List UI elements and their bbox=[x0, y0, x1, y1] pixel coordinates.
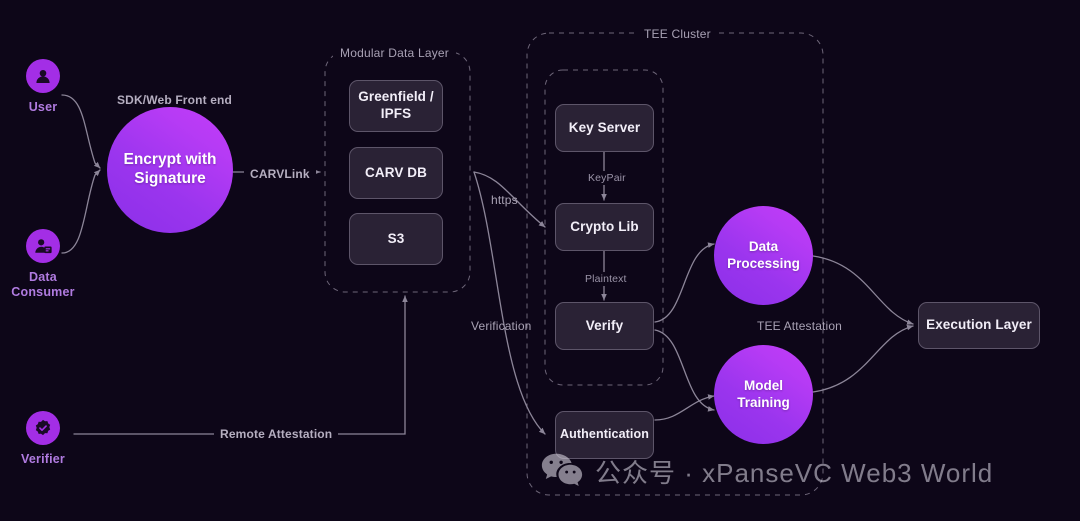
edge-verify-to-dataprocessing bbox=[654, 242, 715, 323]
actor-verifier-label: Verifier bbox=[21, 452, 65, 466]
node-key-server-label: Key Server bbox=[568, 119, 641, 135]
node-s3-label: S3 bbox=[387, 230, 405, 246]
node-crypto-lib-label: Crypto Lib bbox=[570, 218, 639, 234]
label-plaintext: Plaintext bbox=[581, 272, 631, 286]
edge-mdl-to-authentication bbox=[473, 171, 546, 435]
node-data-processing-label: Data Processing bbox=[727, 239, 800, 271]
node-model-training[interactable]: Model Training bbox=[714, 345, 813, 444]
actor-user[interactable]: User bbox=[0, 59, 98, 115]
user-icon bbox=[26, 59, 60, 93]
label-tee-attestation: TEE Attestation bbox=[757, 319, 842, 333]
node-crypto-lib[interactable]: Crypto Lib bbox=[555, 203, 654, 251]
node-carv-db-label: CARV DB bbox=[365, 164, 427, 180]
actor-user-label: User bbox=[28, 100, 58, 114]
node-greenfield-ipfs[interactable]: Greenfield / IPFS bbox=[349, 80, 443, 132]
verified-badge-icon bbox=[26, 411, 60, 445]
node-verify[interactable]: Verify bbox=[555, 302, 654, 350]
node-encrypt-with-signature[interactable]: Encrypt with Signature bbox=[107, 107, 233, 233]
actor-verifier[interactable]: Verifier bbox=[0, 411, 98, 467]
watermark-text: 公众号 · xPanseVC Web3 World bbox=[595, 458, 994, 488]
label-sdk-web-front-end: SDK/Web Front end bbox=[117, 93, 232, 107]
node-encrypt-with-signature-label: Encrypt with Signature bbox=[123, 151, 217, 187]
label-https: https bbox=[491, 193, 518, 207]
node-model-training-label: Model Training bbox=[737, 378, 790, 410]
edges-layer bbox=[61, 94, 914, 435]
actor-data-consumer-label: Data Consumer bbox=[11, 270, 75, 299]
tee-cluster-title: TEE Cluster bbox=[637, 27, 718, 41]
node-key-server[interactable]: Key Server bbox=[555, 104, 654, 152]
actor-data-consumer[interactable]: Data Consumer bbox=[0, 229, 98, 300]
node-authentication[interactable]: Authentication bbox=[555, 411, 654, 459]
label-keypair: KeyPair bbox=[584, 171, 630, 185]
modular-data-layer-title: Modular Data Layer bbox=[333, 46, 456, 60]
node-greenfield-ipfs-label: Greenfield / IPFS bbox=[358, 89, 434, 121]
edge-authentication-to-modeltraining bbox=[654, 394, 715, 421]
node-carv-db[interactable]: CARV DB bbox=[349, 147, 443, 199]
edge-verifier-remote-attestation bbox=[73, 295, 408, 435]
node-execution-layer-label: Execution Layer bbox=[926, 317, 1032, 333]
architecture-diagram: User Data Consumer Verifier Encrypt with… bbox=[0, 0, 1080, 521]
edge-modeltraining-to-execution bbox=[812, 324, 914, 393]
edge-verify-to-modeltraining bbox=[654, 329, 715, 412]
node-authentication-label: Authentication bbox=[560, 427, 649, 442]
edge-dataprocessing-to-execution bbox=[812, 255, 914, 325]
label-carvlink: CARVLink bbox=[244, 167, 316, 181]
node-s3[interactable]: S3 bbox=[349, 213, 443, 265]
node-execution-layer[interactable]: Execution Layer bbox=[918, 302, 1040, 349]
node-data-processing[interactable]: Data Processing bbox=[714, 206, 813, 305]
node-verify-label: Verify bbox=[585, 317, 624, 333]
label-remote-attestation: Remote Attestation bbox=[214, 427, 339, 441]
group-frames-layer bbox=[324, 32, 824, 496]
label-verification: Verification bbox=[471, 319, 532, 333]
data-consumer-icon bbox=[26, 229, 60, 263]
